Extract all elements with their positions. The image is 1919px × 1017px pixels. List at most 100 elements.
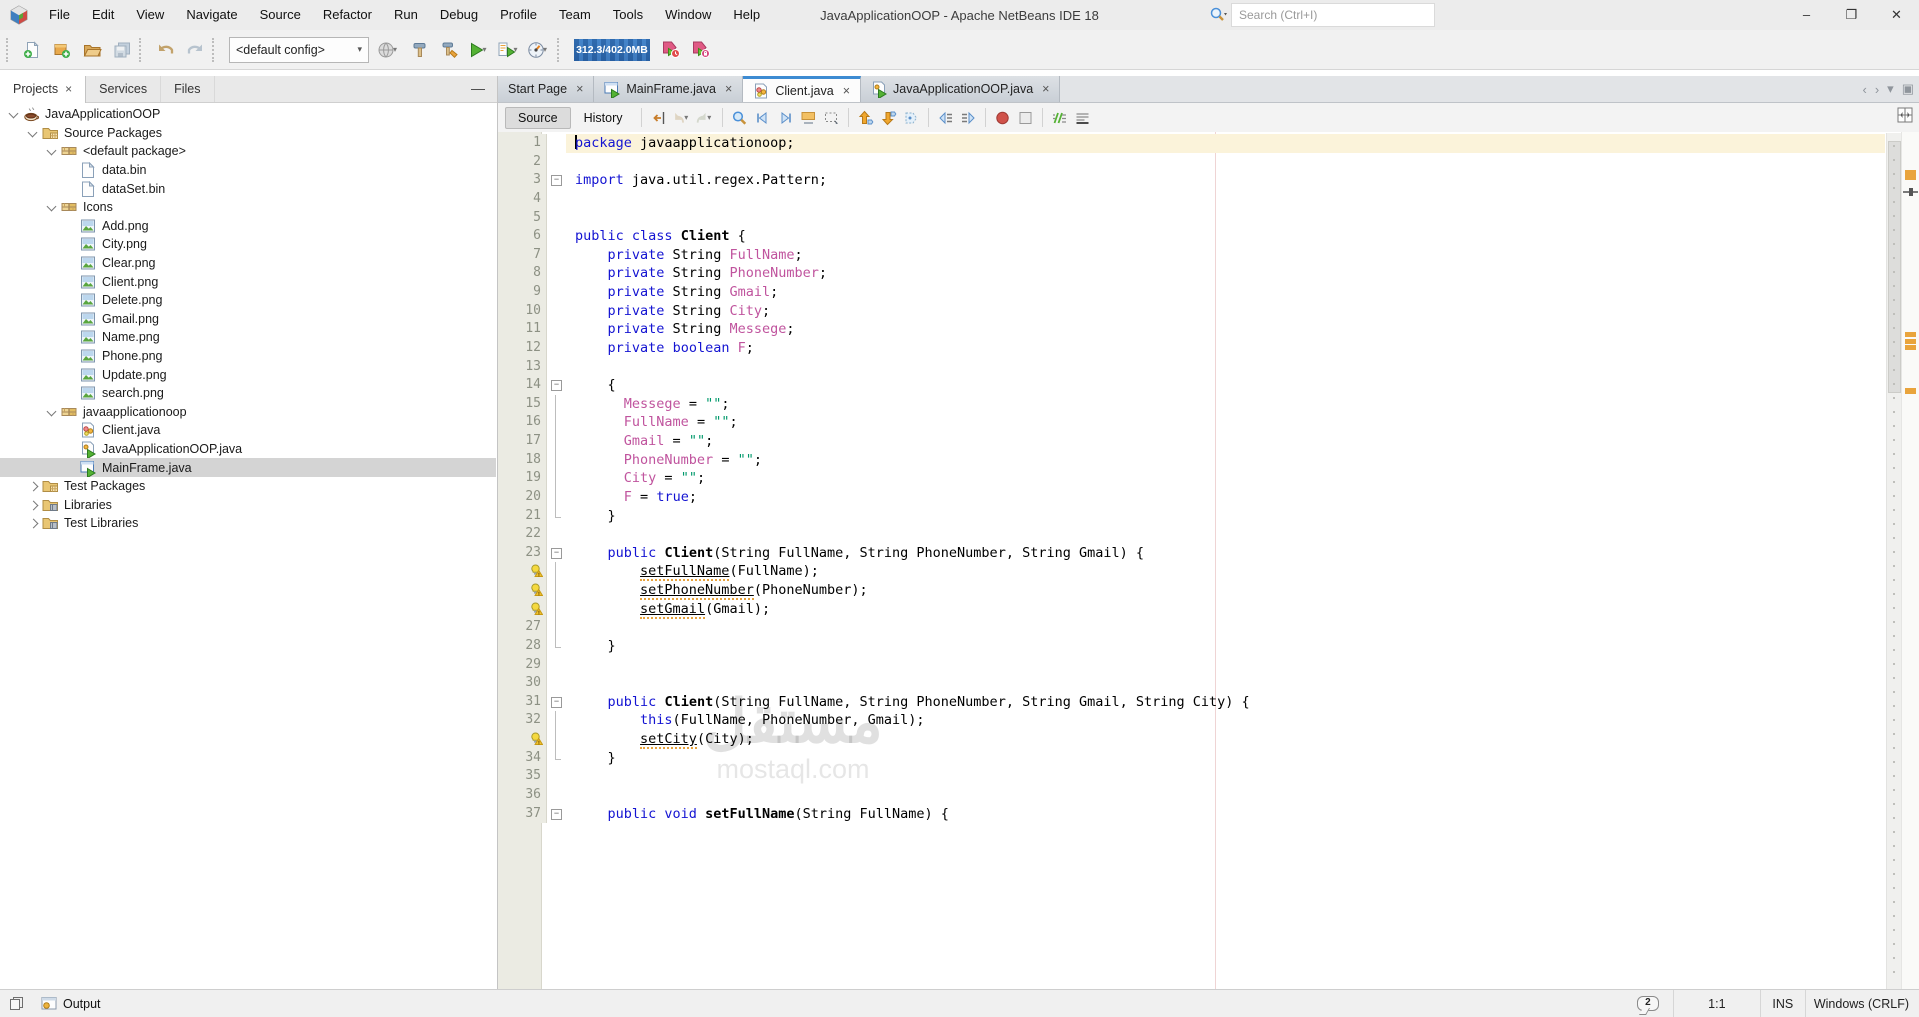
code-text[interactable] <box>566 209 1885 228</box>
tree-item-clear.png[interactable]: Clear.png <box>0 254 496 273</box>
code-text[interactable]: Messege = ""; <box>566 395 1885 414</box>
code-text[interactable]: public Client(String FullName, String Ph… <box>566 693 1885 712</box>
code-line-8[interactable]: 8 private String PhoneNumber; <box>498 264 1885 283</box>
code-line-28[interactable]: 28 } <box>498 636 1885 656</box>
code-text[interactable]: } <box>566 637 1885 656</box>
tree-item-update.png[interactable]: Update.png <box>0 365 496 384</box>
code-text[interactable]: setGmail(Gmail); <box>566 600 1885 619</box>
code-text[interactable]: private String FullName; <box>566 246 1885 265</box>
tree-item-delete.png[interactable]: Delete.png <box>0 291 496 310</box>
insert-mode-indicator[interactable]: INS <box>1761 990 1805 1017</box>
menu-view[interactable]: View <box>125 0 175 30</box>
tree-item-javaapplicationoop[interactable]: javaapplicationoop <box>0 403 496 422</box>
tree-item-data.bin[interactable]: data.bin <box>0 161 496 180</box>
search-input[interactable] <box>1231 3 1435 27</box>
code-line-20[interactable]: 20 F = true; <box>498 487 1885 507</box>
toggle-highlight-button[interactable] <box>797 107 820 129</box>
project-configuration-select[interactable]: <default config> ▾ <box>229 36 369 63</box>
tree-item-phone.png[interactable]: Phone.png <box>0 347 496 366</box>
bookmark-list-button[interactable] <box>900 107 923 129</box>
code-text[interactable] <box>566 358 1885 377</box>
code-line-27[interactable]: 27 <box>498 618 1885 637</box>
comment-button[interactable] <box>1048 107 1071 129</box>
open-project-button[interactable] <box>77 35 107 65</box>
close-button[interactable]: ✕ <box>1874 0 1919 30</box>
tree-item-dataset.bin[interactable]: dataSet.bin <box>0 179 496 198</box>
fold-toggle-icon[interactable]: − <box>551 808 562 820</box>
code-line-25[interactable]: setPhoneNumber(PhoneNumber); <box>498 581 1885 600</box>
code-text[interactable] <box>566 674 1885 693</box>
code-text[interactable]: setPhoneNumber(PhoneNumber); <box>566 581 1885 600</box>
code-text[interactable]: PhoneNumber = ""; <box>566 451 1885 470</box>
code-text[interactable]: public class Client { <box>566 227 1885 246</box>
code-line-37[interactable]: 37− public void setFullName(String FullN… <box>498 804 1885 824</box>
error-stripe-filter-icon[interactable] <box>1903 188 1918 196</box>
code-text[interactable]: } <box>566 749 1885 768</box>
menu-team[interactable]: Team <box>548 0 602 30</box>
menu-debug[interactable]: Debug <box>429 0 489 30</box>
chevron-down-icon[interactable] <box>44 199 61 215</box>
tree-item-javaapplicationoop[interactable]: JavaApplicationOOP <box>0 105 496 124</box>
fold-toggle-icon[interactable]: − <box>551 696 562 708</box>
tree-item-test-libraries[interactable]: Test Libraries <box>0 514 496 533</box>
redo-button[interactable] <box>180 35 210 65</box>
code-line-14[interactable]: 14− { <box>498 376 1885 395</box>
code-text[interactable]: package javaapplicationoop; <box>566 134 1885 153</box>
profile-point-lock-button[interactable] <box>686 35 716 65</box>
code-line-5[interactable]: 5 <box>498 208 1885 228</box>
debug-project-button[interactable]: ▾ <box>495 35 525 65</box>
code-text[interactable]: setFullName(FullName); <box>566 562 1885 582</box>
profile-point-time-button[interactable] <box>656 35 686 65</box>
stop-macro-recording-button[interactable] <box>1014 107 1037 129</box>
menu-navigate[interactable]: Navigate <box>175 0 248 30</box>
code-line-2[interactable]: 2 <box>498 152 1885 172</box>
shift-line-left-button[interactable] <box>934 107 957 129</box>
warning-mark[interactable] <box>1905 332 1916 337</box>
code-line-23[interactable]: 23− public Client(String FullName, Strin… <box>498 543 1885 563</box>
tree-item-city.png[interactable]: City.png <box>0 235 496 254</box>
tree-item-client.java[interactable]: Client.java <box>0 421 496 440</box>
code-text[interactable] <box>566 525 1885 544</box>
code-text[interactable] <box>566 786 1885 805</box>
maximize-button[interactable]: ❐ <box>1829 0 1874 30</box>
new-file-button[interactable] <box>17 35 47 65</box>
code-line-35[interactable]: 35 <box>498 767 1885 786</box>
menu-run[interactable]: Run <box>383 0 429 30</box>
editor-tab-javaapplicationoop.java[interactable]: JavaApplicationOOP.java × <box>861 76 1061 102</box>
code-editor[interactable]: 1 package javaapplicationoop; 2 3− import ja… <box>498 132 1919 990</box>
code-line-24[interactable]: setFullName(FullName); <box>498 562 1885 582</box>
code-line-12[interactable]: 12 private boolean F; <box>498 338 1885 358</box>
tree-item-javaapplicationoop.java[interactable]: JavaApplicationOOP.java <box>0 440 496 459</box>
tree-item-search.png[interactable]: search.png <box>0 384 496 403</box>
code-text[interactable] <box>566 190 1885 209</box>
chevron-right-icon[interactable] <box>25 478 42 494</box>
history-view-button[interactable]: History <box>572 108 635 128</box>
code-line-9[interactable]: 9 private String Gmail; <box>498 283 1885 302</box>
forward-button[interactable]: ▾ <box>694 107 717 129</box>
code-line-26[interactable]: setGmail(Gmail); <box>498 599 1885 619</box>
menu-profile[interactable]: Profile <box>489 0 548 30</box>
caret-position[interactable]: 1:1 <box>1674 990 1760 1017</box>
code-line-34[interactable]: 34 } <box>498 748 1885 768</box>
editor-tab-start-page[interactable]: Start Page × <box>498 76 595 102</box>
minimize-panel-icon[interactable]: — <box>471 76 485 100</box>
code-line-22[interactable]: 22 <box>498 525 1885 544</box>
code-line-11[interactable]: 11 private String Messege; <box>498 320 1885 339</box>
tree-item-test-packages[interactable]: Test Packages <box>0 477 496 496</box>
save-all-button[interactable] <box>107 35 137 65</box>
vertical-scrollbar[interactable] <box>1886 133 1902 989</box>
split-document-icon[interactable] <box>1896 106 1914 124</box>
code-text[interactable]: private String City; <box>566 302 1885 321</box>
error-stripe[interactable] <box>1901 132 1919 990</box>
maximize-window-icon[interactable]: ▣ <box>1902 81 1914 97</box>
fold-toggle-icon[interactable]: − <box>551 547 562 559</box>
panel-tab-files[interactable]: Files <box>161 76 215 102</box>
memory-usage-meter[interactable]: 312.3/402.0MB <box>574 38 650 61</box>
code-line-13[interactable]: 13 <box>498 357 1885 377</box>
tree-item--default-package-[interactable]: <default package> <box>0 142 496 161</box>
warning-mark[interactable] <box>1905 338 1916 344</box>
editor-tab-mainframe.java[interactable]: MainFrame.java × <box>594 76 744 102</box>
code-text[interactable]: private boolean F; <box>566 339 1885 358</box>
code-line-16[interactable]: 16 FullName = ""; <box>498 413 1885 432</box>
chevron-down-icon[interactable] <box>25 125 42 141</box>
